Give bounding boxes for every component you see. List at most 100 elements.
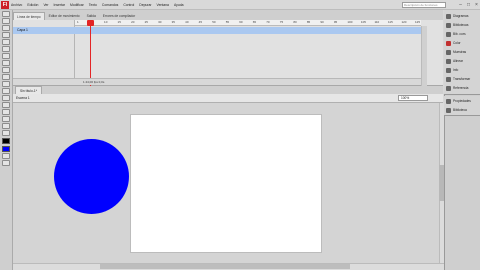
scene-breadcrumb[interactable]: Escena 1 (16, 94, 30, 103)
panel-item-5[interactable]: Alinear (446, 57, 479, 65)
transform-panel-icon (446, 76, 451, 82)
pen-tool-icon[interactable] (2, 46, 10, 52)
frame-number: 115 (387, 20, 393, 24)
tab-output[interactable]: Salida (83, 12, 99, 20)
snap-to-objects-icon[interactable] (2, 160, 10, 166)
pasteboard[interactable] (13, 103, 439, 263)
eraser-tool-icon[interactable] (2, 116, 10, 122)
playhead-line[interactable] (90, 20, 91, 86)
selection-tool-icon[interactable] (2, 11, 10, 17)
frame-number: 125 (415, 20, 421, 24)
panel-item-7[interactable]: Transformar (446, 75, 479, 83)
subselection-tool-icon[interactable] (2, 18, 10, 24)
reference-panel-icon (446, 85, 451, 91)
panel-item-2[interactable]: Bib. com. (446, 30, 479, 38)
frame-number: 30 (158, 20, 162, 24)
swap-colors-icon[interactable] (2, 153, 10, 159)
eyedropper-tool-icon[interactable] (2, 109, 10, 115)
panel-label: Biblioteca (453, 108, 467, 112)
pencil-tool-icon[interactable] (2, 74, 10, 80)
align-panel-icon (446, 58, 451, 64)
menu-ventana[interactable]: Ventana (157, 3, 169, 7)
menu-depurar[interactable]: Depurar (139, 3, 151, 7)
panel-item-library[interactable]: Biblioteca (446, 106, 479, 114)
frame-number: 45 (198, 20, 203, 24)
frame-number: 80 (293, 20, 297, 24)
bone-tool-icon[interactable] (2, 95, 10, 101)
menu-modificar[interactable]: Modificar (70, 3, 84, 7)
panel-label: Bibliotecas (453, 23, 469, 27)
lasso-tool-icon[interactable] (2, 39, 10, 45)
app-logo: Fl (1, 0, 9, 9)
frame-number: 1 (77, 20, 79, 24)
brush-tool-icon[interactable] (2, 81, 10, 87)
stage-horizontal-scroll-thumb[interactable] (100, 264, 350, 269)
close-icon[interactable]: × (473, 2, 480, 8)
search-input[interactable]: Descripción de funciones (402, 2, 446, 8)
panel-item-4[interactable]: Muestras (446, 48, 479, 56)
tools-panel (0, 10, 13, 270)
edit-bar: Escena 1 100% (13, 94, 443, 103)
frame-number: 100 (347, 20, 353, 24)
deco-tool-icon[interactable] (2, 88, 10, 94)
panel-label: Transformar (453, 77, 471, 81)
hand-tool-icon[interactable] (2, 123, 10, 129)
frame-number: 55 (225, 20, 230, 24)
frame-number: 40 (185, 20, 189, 24)
panel-item-6[interactable]: Info (446, 66, 479, 74)
panel-label: Diagramas (453, 14, 469, 18)
paint-bucket-tool-icon[interactable] (2, 102, 10, 108)
frame-number: 70 (266, 20, 270, 24)
frame-number: 10 (104, 20, 108, 24)
frame-ruler[interactable]: 1510152025303540455055606570758085909510… (75, 20, 421, 26)
frame-number: 15 (117, 20, 121, 24)
tab-compiler-errors[interactable]: Errores de compilador (99, 12, 139, 20)
frame-number: 85 (306, 20, 311, 24)
zoom-select[interactable]: 100% (398, 95, 428, 101)
stroke-color-swatch[interactable] (2, 138, 10, 144)
panel-item-1[interactable]: Bibliotecas (446, 21, 479, 29)
layer-row-selected[interactable] (13, 27, 421, 34)
document-tab[interactable]: Sin título-1* (15, 86, 43, 94)
rectangle-tool-icon[interactable] (2, 67, 10, 73)
panel-item-0[interactable]: Diagramas (446, 12, 479, 20)
fill-color-swatch[interactable] (2, 146, 10, 152)
timeline-scrollbar[interactable] (421, 26, 427, 86)
panel-label: Propiedades (453, 99, 471, 103)
properties-panel-icon (446, 98, 451, 104)
menu-bar: Fl Archivo Edición Ver Insertar Modifica… (0, 0, 480, 10)
layer-name[interactable]: Capa 1 (17, 27, 47, 34)
3d-rotation-tool-icon[interactable] (2, 32, 10, 38)
free-transform-tool-icon[interactable] (2, 25, 10, 31)
frame-number: 65 (252, 20, 257, 24)
menu-archivo[interactable]: Archivo (11, 3, 22, 7)
minimize-icon[interactable]: – (457, 2, 464, 8)
stage[interactable] (130, 114, 322, 253)
frame-number: 50 (212, 20, 216, 24)
frame-number: 95 (333, 20, 338, 24)
menu-edicion[interactable]: Edición (27, 3, 38, 7)
menu-ver[interactable]: Ver (43, 3, 48, 7)
menu-texto[interactable]: Texto (89, 3, 97, 7)
zoom-tool-icon[interactable] (2, 130, 10, 136)
panel-item-8[interactable]: Referencia (446, 84, 479, 92)
panel-label: Bib. com. (453, 32, 467, 36)
menu-comandos[interactable]: Comandos (102, 3, 118, 7)
menu-ayuda[interactable]: Ayuda (174, 3, 184, 7)
timeline-tabs: Línea de tiempo Editor de movimiento Sal… (13, 10, 443, 20)
panel-icon (446, 31, 451, 37)
panel-item-properties[interactable]: Propiedades (446, 97, 479, 105)
maximize-icon[interactable]: □ (465, 2, 472, 8)
line-tool-icon[interactable] (2, 60, 10, 66)
frame-number: 60 (239, 20, 243, 24)
tab-motion-editor[interactable]: Editor de movimiento (45, 12, 83, 20)
text-tool-icon[interactable] (2, 53, 10, 59)
tab-timeline[interactable]: Línea de tiempo (13, 12, 45, 20)
frame-number: 110 (374, 20, 380, 24)
menu-control[interactable]: Control (123, 3, 134, 7)
blue-circle-shape[interactable] (54, 139, 129, 214)
panel-item-3[interactable]: Color (446, 39, 479, 47)
library-panel-icon (446, 107, 451, 113)
panel-label: Alinear (453, 59, 463, 63)
menu-insertar[interactable]: Insertar (54, 3, 66, 7)
